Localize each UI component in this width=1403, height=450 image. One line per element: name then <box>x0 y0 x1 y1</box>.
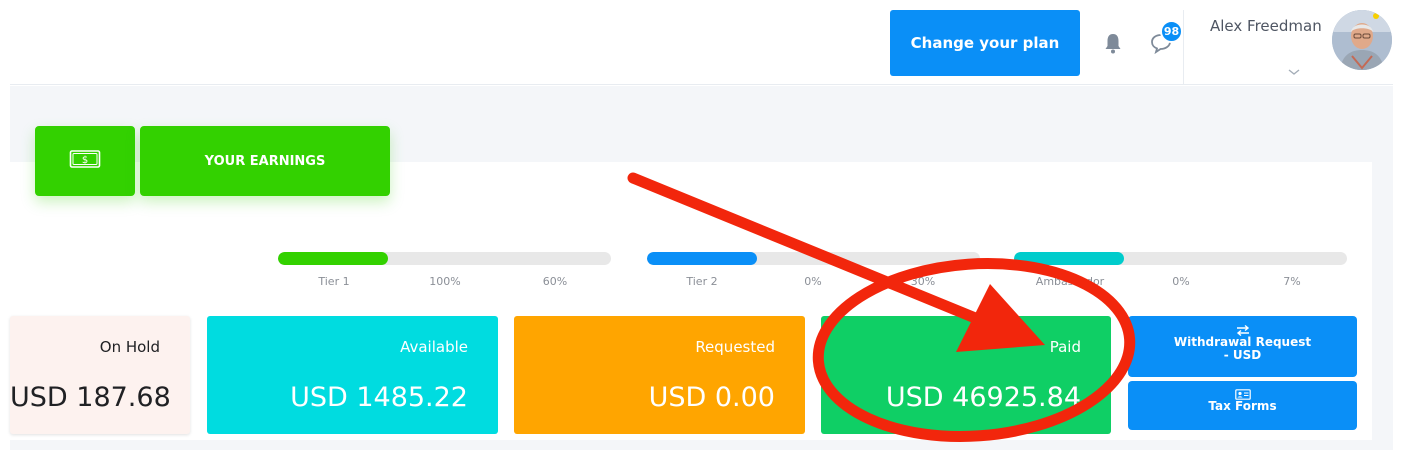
ambassador-current: 0% <box>1172 275 1190 288</box>
tier-1-current: 100% <box>429 275 461 288</box>
requested-value: USD 0.00 <box>648 382 775 413</box>
tax-forms-label: Tax Forms <box>1208 399 1277 413</box>
on-hold-label: On Hold <box>99 338 160 356</box>
ambassador-progress-fill <box>1014 252 1124 265</box>
available-label: Available <box>400 338 468 356</box>
paid-label: Paid <box>1049 338 1081 356</box>
tier-1-progress <box>278 252 611 265</box>
paid-stat: Paid USD 46925.84 <box>821 316 1111 434</box>
earnings-page: Change your plan 98 Alex Freedman $ YOUR… <box>0 0 1403 450</box>
chevron-down-icon[interactable] <box>1287 62 1301 75</box>
withdrawal-request-button[interactable]: Withdrawal Request - USD <box>1128 316 1357 377</box>
ambassador-progress <box>1014 252 1347 265</box>
tier-2-label: Tier 2 <box>686 275 718 288</box>
tier-1-progress-fill <box>278 252 388 265</box>
ambassador-label: Ambassador <box>1035 275 1105 288</box>
tier-2-progress <box>647 252 980 265</box>
user-name[interactable]: Alex Freedman <box>1210 17 1322 35</box>
tier-2-current: 0% <box>804 275 822 288</box>
svg-text:$: $ <box>82 155 88 166</box>
paid-value: USD 46925.84 <box>885 382 1081 413</box>
avatar[interactable] <box>1332 10 1392 70</box>
header-divider <box>1183 10 1184 85</box>
tax-forms-button[interactable]: Tax Forms <box>1128 381 1357 430</box>
tier-1-target: 60% <box>542 275 568 288</box>
top-header <box>10 10 1393 85</box>
withdrawal-label-line2: - USD <box>1223 348 1262 362</box>
tier-2-progress-fill <box>647 252 757 265</box>
requested-stat: Requested USD 0.00 <box>514 316 805 434</box>
available-value: USD 1485.22 <box>290 382 468 413</box>
tier-2-target: 30% <box>910 275 936 288</box>
earnings-icon-tab[interactable]: $ <box>35 126 135 196</box>
requested-label: Requested <box>695 338 775 356</box>
your-earnings-tab[interactable]: YOUR EARNINGS <box>140 126 390 196</box>
tier-1-label: Tier 1 <box>318 275 350 288</box>
on-hold-stat: On Hold USD 187.68 <box>10 316 190 434</box>
bell-icon[interactable] <box>1100 30 1126 56</box>
on-hold-value: USD 187.68 <box>10 382 171 413</box>
ambassador-target: 7% <box>1283 275 1301 288</box>
change-plan-button[interactable]: Change your plan <box>890 10 1080 76</box>
available-stat: Available USD 1485.22 <box>207 316 498 434</box>
banknote-icon: $ <box>69 149 101 173</box>
message-count-badge: 98 <box>1160 20 1183 43</box>
